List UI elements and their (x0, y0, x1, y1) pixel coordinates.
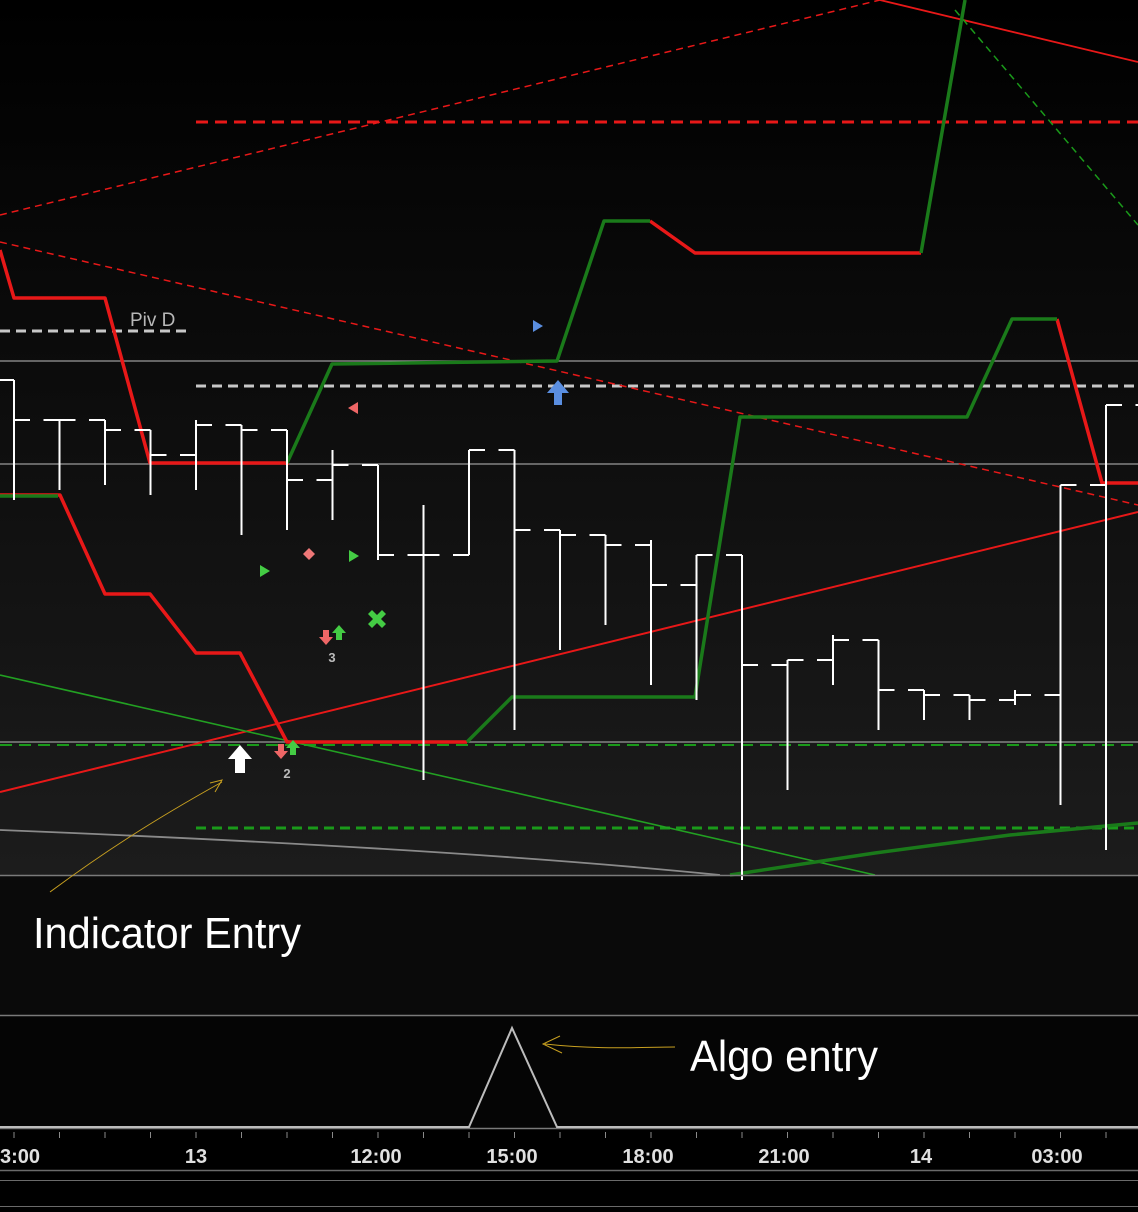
time-axis-label: 12:00 (350, 1146, 401, 1168)
time-axis-label: 14 (910, 1146, 933, 1168)
time-axis-label: 18:00 (622, 1146, 673, 1168)
indicator-entry-label: Indicator Entry (33, 909, 301, 958)
signal-count-label: 3 (328, 650, 335, 665)
time-axis-label: 15:00 (486, 1146, 537, 1168)
signal-count-label: 2 (283, 766, 290, 781)
price-chart: 3 2 Piv D Indicator Entry Algo entry 3:0… (0, 0, 1138, 1212)
algo-pane-background (0, 1016, 1138, 1128)
time-axis-label: 13 (185, 1146, 207, 1168)
time-axis-label: 3:00 (0, 1146, 40, 1168)
time-axis-label: 03:00 (1031, 1146, 1082, 1168)
main-pane-background (0, 0, 1138, 875)
time-axis-label: 21:00 (758, 1146, 809, 1168)
pivot-label: Piv D (130, 310, 175, 331)
algo-entry-label: Algo entry (690, 1032, 878, 1081)
